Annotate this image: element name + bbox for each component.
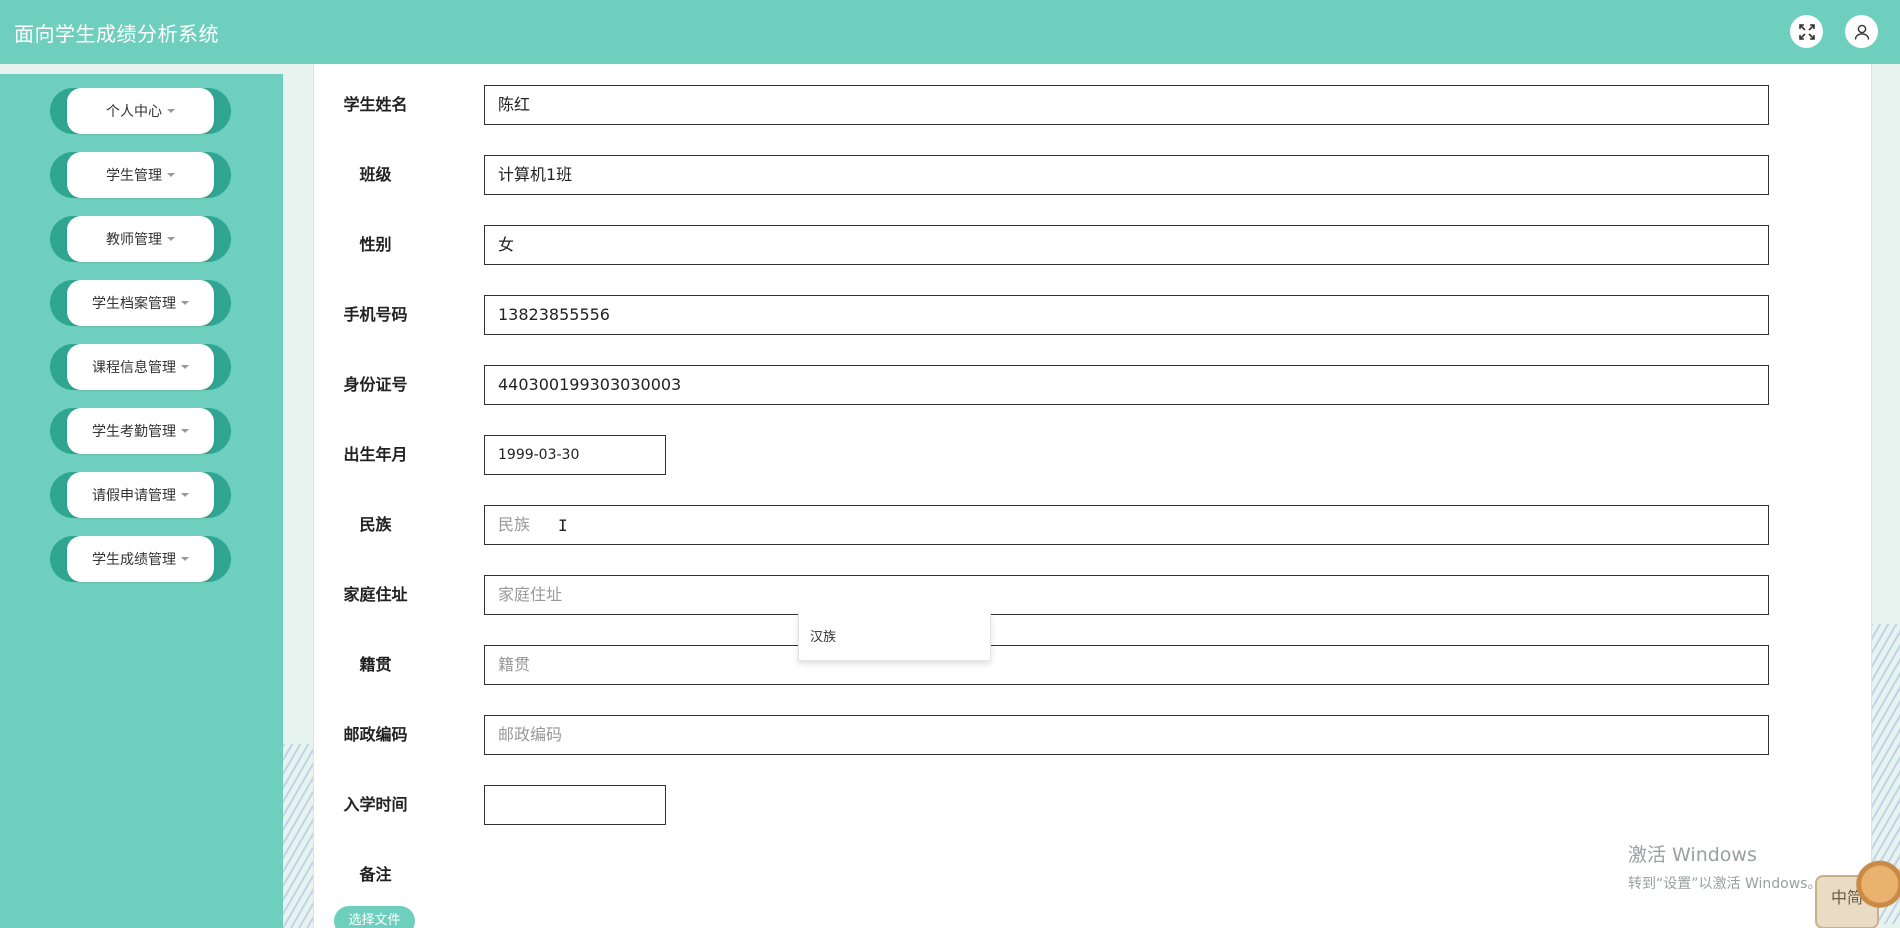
user-button[interactable] [1845, 15, 1878, 48]
student-form: 学生姓名 陈红 班级 计算机1班 性别 女 手机号码 13823855556 身… [313, 64, 1872, 928]
caret-down-icon [167, 109, 175, 113]
ime-indicator[interactable]: 中简 [1815, 855, 1900, 928]
expand-icon [1798, 23, 1815, 40]
sidebar-item-course-info[interactable]: 课程信息管理 [50, 344, 231, 390]
sidebar-item-label: 教师管理 [106, 232, 162, 248]
sidebar-item-pill[interactable]: 教师管理 [67, 216, 214, 262]
sidebar-item-teacher-management[interactable]: 教师管理 [50, 216, 231, 262]
sidebar-item-label: 个人中心 [106, 104, 162, 120]
form-row-address: 家庭住址 家庭住址 [314, 575, 1871, 615]
form-row-ethnicity: 民族 民族 I [314, 505, 1871, 545]
decorative-strip-left [283, 64, 313, 928]
caret-down-icon [181, 429, 189, 433]
sidebar: 个人中心 学生管理 教师管理 学生档案管理 课程信息管理 学生考勤管理 请假申请… [0, 74, 283, 928]
sidebar-item-pill[interactable]: 学生管理 [67, 152, 214, 198]
form-row-enrollment-date: 入学时间 [314, 785, 1871, 825]
field-label: 民族 [359, 515, 392, 534]
field-label: 邮政编码 [343, 725, 408, 744]
sidebar-item-pill[interactable]: 学生成绩管理 [67, 536, 214, 582]
fullscreen-button[interactable] [1790, 15, 1823, 48]
caret-down-icon [181, 301, 189, 305]
sidebar-item-attendance[interactable]: 学生考勤管理 [50, 408, 231, 454]
choose-file-button[interactable]: 选择文件 [334, 906, 415, 928]
native-place-input[interactable]: 籍贯 [484, 645, 1769, 685]
class-input[interactable]: 计算机1班 [484, 155, 1769, 195]
sidebar-item-pill[interactable]: 个人中心 [67, 88, 214, 134]
field-label: 备注 [359, 865, 392, 884]
watermark-line-1: 激活 Windows [1628, 844, 1757, 866]
sidebar-item-leave-request[interactable]: 请假申请管理 [50, 472, 231, 518]
form-row-student-name: 学生姓名 陈红 [314, 85, 1871, 125]
field-label: 入学时间 [343, 795, 408, 814]
app-title: 面向学生成绩分析系统 [14, 22, 219, 46]
sidebar-item-student-archive[interactable]: 学生档案管理 [50, 280, 231, 326]
caret-down-icon [181, 493, 189, 497]
caret-down-icon [167, 237, 175, 241]
windows-activation-watermark: 激活 Windows 转到“设置”以激活 Windows。 [1628, 840, 1821, 893]
sidebar-item-label: 请假申请管理 [92, 488, 176, 504]
dropdown-option[interactable]: 汉族 [810, 626, 836, 645]
sidebar-item-personal-center[interactable]: 个人中心 [50, 88, 231, 134]
sidebar-item-label: 学生管理 [106, 168, 162, 184]
shiba-mascot-icon [1855, 855, 1900, 928]
sidebar-item-label: 课程信息管理 [92, 360, 176, 376]
form-row-id-number: 身份证号 440300199303030003 [314, 365, 1871, 405]
decorative-lines [283, 744, 313, 928]
ethnicity-autocomplete-dropdown: 汉族 [798, 612, 991, 661]
top-header: 面向学生成绩分析系统 [0, 0, 1900, 64]
enrollment-date-input[interactable] [484, 785, 666, 825]
field-label: 身份证号 [343, 375, 408, 394]
sidebar-item-label: 学生考勤管理 [92, 424, 176, 440]
sidebar-item-student-management[interactable]: 学生管理 [50, 152, 231, 198]
sidebar-item-pill[interactable]: 请假申请管理 [67, 472, 214, 518]
field-label: 手机号码 [343, 305, 408, 324]
phone-input[interactable]: 13823855556 [484, 295, 1769, 335]
text-cursor-icon: I [558, 516, 568, 535]
postal-code-input[interactable]: 邮政编码 [484, 715, 1769, 755]
user-icon [1854, 24, 1869, 40]
field-label: 性别 [359, 235, 392, 254]
sidebar-item-grades[interactable]: 学生成绩管理 [50, 536, 231, 582]
caret-down-icon [181, 365, 189, 369]
sidebar-item-label: 学生档案管理 [92, 296, 176, 312]
field-label: 籍贯 [359, 655, 392, 674]
sidebar-item-pill[interactable]: 学生考勤管理 [67, 408, 214, 454]
sidebar-item-pill[interactable]: 课程信息管理 [67, 344, 214, 390]
caret-down-icon [181, 557, 189, 561]
form-row-birth-date: 出生年月 1999-03-30 [314, 435, 1871, 475]
address-input[interactable]: 家庭住址 [484, 575, 1769, 615]
student-name-input[interactable]: 陈红 [484, 85, 1769, 125]
caret-down-icon [167, 173, 175, 177]
form-row-gender: 性别 女 [314, 225, 1871, 265]
id-number-input[interactable]: 440300199303030003 [484, 365, 1769, 405]
field-label: 出生年月 [343, 445, 408, 464]
field-label: 家庭住址 [343, 585, 408, 604]
field-label: 学生姓名 [343, 95, 408, 114]
form-row-phone: 手机号码 13823855556 [314, 295, 1871, 335]
ethnicity-input[interactable]: 民族 [484, 505, 1769, 545]
field-label: 班级 [359, 165, 392, 184]
form-row-native-place: 籍贯 籍贯 [314, 645, 1871, 685]
sidebar-item-pill[interactable]: 学生档案管理 [67, 280, 214, 326]
birth-date-input[interactable]: 1999-03-30 [484, 435, 666, 475]
gender-input[interactable]: 女 [484, 225, 1769, 265]
form-row-class: 班级 计算机1班 [314, 155, 1871, 195]
app-root: 面向学生成绩分析系统 个人中心 学生管理 教师管理 学生档案管理 课程信息管理 … [0, 0, 1900, 928]
watermark-line-2: 转到“设置”以激活 Windows。 [1628, 876, 1822, 892]
form-row-postal-code: 邮政编码 邮政编码 [314, 715, 1871, 755]
decorative-strip-right [1871, 64, 1900, 928]
sidebar-item-label: 学生成绩管理 [92, 552, 176, 568]
